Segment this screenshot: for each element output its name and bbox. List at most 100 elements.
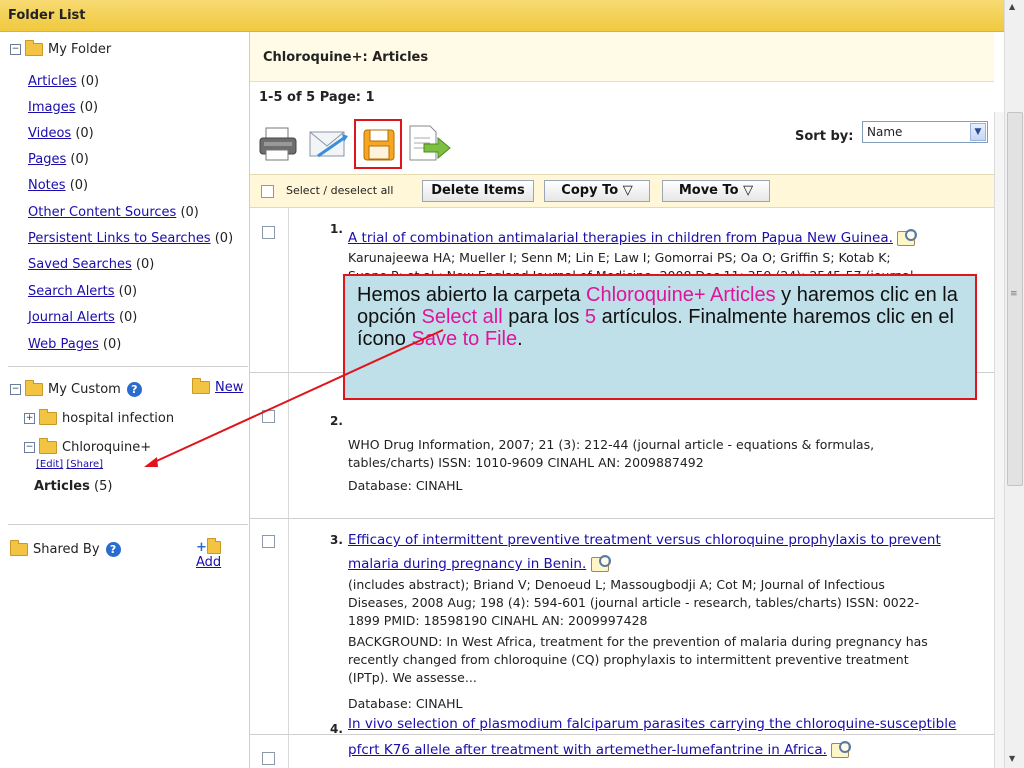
delete-items-button[interactable]: Delete Items [422, 180, 534, 202]
export-icon[interactable] [406, 124, 452, 164]
sidebar-item-label[interactable]: Videos [28, 126, 71, 141]
item-checkbox[interactable] [262, 410, 275, 423]
folder-icon [25, 40, 43, 56]
item-checkbox[interactable] [262, 226, 275, 239]
select-all-label: Select / deselect all [286, 184, 394, 197]
item-title-2[interactable]: malaria during pregnancy in Benin. [348, 556, 586, 572]
item-database: Database: CINAHL [348, 478, 463, 493]
sidebar-item-search-alerts[interactable]: Search Alerts (0) [28, 284, 137, 299]
sidebar-item-label[interactable]: Journal Alerts [28, 310, 115, 325]
scroll-thumb[interactable]: ≡ [1007, 112, 1023, 486]
sidebar-item-videos[interactable]: Videos (0) [28, 126, 94, 141]
item-title[interactable]: Efficacy of intermittent preventive trea… [348, 532, 941, 548]
instruction-callout: Hemos abierto la carpeta Chloroquine+ Ar… [343, 274, 977, 400]
collapse-icon[interactable]: − [10, 44, 21, 55]
sidebar-item-persistent-links[interactable]: Persistent Links to Searches (0) [28, 231, 233, 246]
item-meta: WHO Drug Information, 2007; 21 (3): 212-… [348, 437, 875, 452]
sidebar-item-label[interactable]: Persistent Links to Searches [28, 231, 211, 246]
move-to-label: Move To [678, 183, 739, 198]
scroll-down-icon[interactable]: ▼ [1009, 754, 1015, 763]
sidebar-item-count: (0) [75, 126, 94, 141]
item-number: 3. [330, 533, 343, 547]
chevron-down-icon[interactable]: ▼ [970, 123, 986, 141]
selected-articles-count: (5) [94, 479, 113, 494]
sort-label: Sort by: [795, 129, 854, 144]
sidebar-item-other-content-sources[interactable]: Other Content Sources (0) [28, 205, 199, 220]
sidebar-item-web-pages[interactable]: Web Pages (0) [28, 337, 121, 352]
sidebar-divider [8, 366, 248, 367]
expand-icon[interactable]: + [24, 413, 35, 424]
sidebar-item-label[interactable]: Pages [28, 152, 66, 167]
edit-link[interactable]: [Edit] [36, 459, 63, 470]
sort-select[interactable]: Name ▼ [862, 121, 988, 143]
sidebar-item-label[interactable]: Articles [28, 74, 76, 89]
collapse-icon[interactable]: − [10, 384, 21, 395]
new-folder-label[interactable]: New [215, 380, 243, 395]
plus-icon: + [196, 540, 207, 555]
item-meta: (includes abstract); Briand V; Denoeud L… [348, 577, 885, 592]
add-shared-button[interactable]: +Add [196, 538, 249, 570]
selected-articles-item[interactable]: Articles (5) [34, 479, 112, 494]
sidebar-item-count: (0) [214, 231, 234, 246]
print-icon[interactable] [258, 126, 298, 162]
move-to-button[interactable]: Move To ▽ [662, 180, 770, 202]
callout-highlight: Chloroquine+ Articles [586, 284, 776, 306]
help-icon[interactable]: ? [105, 542, 121, 557]
help-icon[interactable]: ? [126, 382, 142, 397]
item-checkbox[interactable] [262, 752, 275, 765]
folder-chloroquine[interactable]: − Chloroquine+ [24, 438, 151, 455]
save-to-file-button[interactable] [354, 119, 402, 169]
row-divider [250, 518, 994, 519]
email-icon[interactable] [308, 126, 350, 162]
sidebar-item-count: (0) [69, 178, 89, 193]
paging-text: 1-5 of 5 Page: 1 [259, 90, 375, 105]
main-panel: Chloroquine+: Articles 1-5 of 5 Page: 1 [250, 32, 994, 768]
page-title: Chloroquine+: Articles [250, 32, 994, 82]
save-icon [363, 129, 395, 161]
scroll-up-icon[interactable]: ▲ [1009, 2, 1015, 11]
my-custom-node[interactable]: − My Custom? [10, 380, 142, 397]
add-label[interactable]: Add [196, 555, 221, 570]
my-custom-label: My Custom [48, 382, 121, 397]
checkbox-column-divider [288, 208, 289, 768]
item-title[interactable]: A trial of combination antimalarial ther… [348, 230, 893, 246]
sidebar-item-label[interactable]: Notes [28, 178, 66, 193]
collapse-icon[interactable]: − [24, 442, 35, 453]
preview-icon[interactable] [590, 554, 611, 572]
folder-hospital-infection[interactable]: + hospital infection [24, 409, 174, 426]
item-checkbox[interactable] [262, 535, 275, 548]
new-folder-button[interactable]: New [192, 378, 243, 395]
sort-value: Name [867, 125, 903, 139]
callout-highlight: Save to File [411, 328, 518, 350]
sidebar-item-saved-searches[interactable]: Saved Searches (0) [28, 257, 154, 272]
sidebar-item-pages[interactable]: Pages (0) [28, 152, 89, 167]
item-title-row: Efficacy of intermittent preventive trea… [348, 530, 988, 550]
sidebar-item-label[interactable]: Web Pages [28, 337, 99, 352]
sidebar-item-label[interactable]: Images [28, 100, 76, 115]
sidebar-item-images[interactable]: Images (0) [28, 100, 98, 115]
page-scrollbar[interactable]: ▲ ≡ ▼ [1004, 0, 1024, 768]
sidebar-item-journal-alerts[interactable]: Journal Alerts (0) [28, 310, 137, 325]
my-folder-node[interactable]: − My Folder [10, 40, 111, 57]
sidebar-item-count: (0) [118, 310, 138, 325]
preview-icon[interactable] [897, 228, 918, 246]
sidebar-item-count: (0) [80, 74, 100, 89]
new-folder-icon [192, 378, 210, 394]
item-number: 2. [330, 414, 343, 428]
item-abstract-3: (IPTp). We assesse... [348, 670, 477, 685]
shared-by-node[interactable]: Shared By? [10, 540, 121, 557]
item-meta-2: Diseases, 2008 Aug; 198 (4): 594-601 (jo… [348, 595, 920, 610]
copy-to-button[interactable]: Copy To ▽ [544, 180, 650, 202]
callout-text: para los [502, 306, 585, 328]
select-all-checkbox[interactable] [261, 185, 274, 198]
sidebar-item-notes[interactable]: Notes (0) [28, 178, 88, 193]
sidebar-item-label[interactable]: Other Content Sources [28, 205, 176, 220]
row-divider [250, 734, 994, 735]
folder-list-header: Folder List [0, 0, 1004, 32]
sidebar-item-articles[interactable]: Articles (0) [28, 74, 99, 89]
item-abstract-1: BACKGROUND: In West Africa, treatment fo… [348, 634, 928, 649]
sidebar-item-count: (0) [135, 257, 155, 272]
sidebar-item-label[interactable]: Saved Searches [28, 257, 132, 272]
sidebar-item-label[interactable]: Search Alerts [28, 284, 115, 299]
share-link[interactable]: [Share] [66, 459, 103, 470]
